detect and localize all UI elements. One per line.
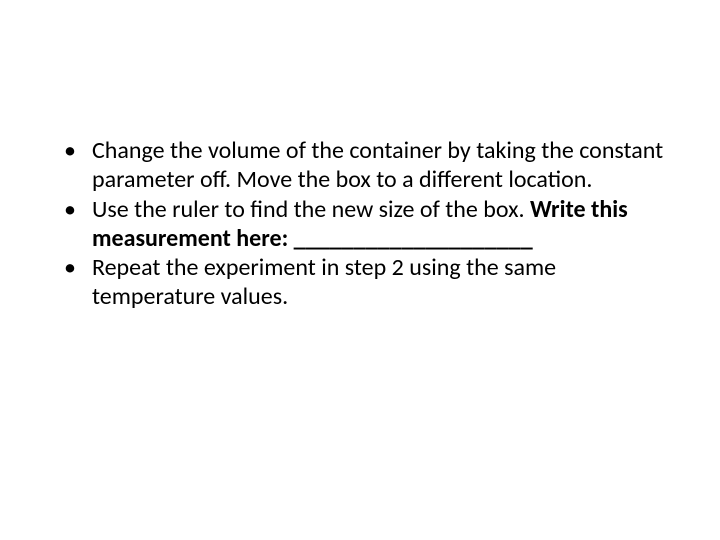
list-item: Change the volume of the container by ta…: [58, 136, 668, 195]
bullet-text: Repeat the experiment in step 2 using th…: [92, 253, 556, 311]
bullet-list: Change the volume of the container by ta…: [58, 136, 668, 312]
bullet-text: Use the ruler to find the new size of th…: [92, 195, 530, 224]
content-block: Change the volume of the container by ta…: [58, 136, 668, 312]
bullet-text: Change the volume of the container by ta…: [92, 136, 663, 194]
list-item: Repeat the experiment in step 2 using th…: [58, 253, 668, 312]
slide: Change the volume of the container by ta…: [0, 0, 720, 540]
list-item: Use the ruler to find the new size of th…: [58, 195, 668, 254]
